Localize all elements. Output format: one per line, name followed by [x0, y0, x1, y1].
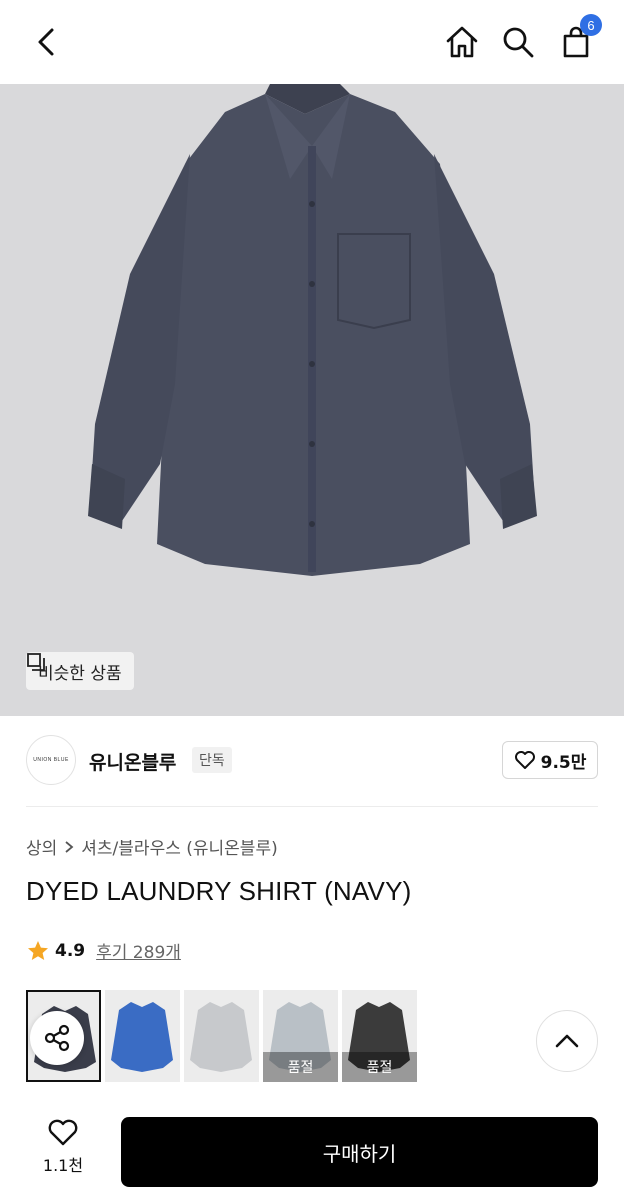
- variant-gray[interactable]: [184, 990, 259, 1082]
- similar-products-label: 비슷한 상품: [38, 663, 122, 684]
- brand-name[interactable]: 유니온블루: [89, 748, 176, 775]
- product-title: DYED LAUNDRY SHIRT (NAVY): [26, 876, 412, 906]
- search-button[interactable]: [498, 22, 538, 62]
- exclusive-badge: 단독: [192, 747, 232, 773]
- top-bar: 6: [0, 0, 624, 84]
- soldout-label: 품절: [342, 1052, 417, 1082]
- similar-items-icon: [27, 653, 45, 671]
- rating-score: 4.9: [55, 940, 86, 961]
- rating-summary: 4.9 후기 289개: [26, 938, 181, 963]
- scroll-to-top-button[interactable]: [536, 1010, 598, 1072]
- share-button[interactable]: [30, 1011, 84, 1065]
- breadcrumb: 상의 셔츠/블라우스 (유니온블루): [26, 834, 278, 859]
- brand-like-button[interactable]: 9.5만: [502, 741, 598, 779]
- breadcrumb-category[interactable]: 상의: [26, 834, 57, 859]
- bottom-action-bar: 1.1천 구매하기: [0, 1100, 624, 1200]
- back-button[interactable]: [26, 22, 66, 62]
- breadcrumb-subcategory[interactable]: 셔츠/블라우스 (유니온블루): [81, 834, 277, 859]
- wishlist-button[interactable]: 1.1천: [26, 1118, 100, 1176]
- variant-light-gray[interactable]: 품절: [263, 990, 338, 1082]
- chevron-up-icon: [555, 1034, 579, 1048]
- brand-like-count: 9.5만: [540, 752, 587, 773]
- brand-logo[interactable]: UNION BLUE: [26, 735, 76, 785]
- divider: [26, 806, 598, 807]
- buy-button[interactable]: 구매하기: [121, 1117, 598, 1187]
- variant-shirt-gray: [190, 1002, 252, 1072]
- chevron-right-icon: [65, 840, 74, 853]
- variant-shirt-blue: [111, 1002, 173, 1072]
- heart-icon: [514, 751, 535, 769]
- heart-icon: [48, 1119, 78, 1146]
- similar-products-button[interactable]: 비슷한 상품: [26, 652, 134, 690]
- soldout-label: 품절: [263, 1052, 338, 1082]
- reviews-link[interactable]: 후기 289개: [96, 938, 181, 963]
- home-button[interactable]: [442, 22, 482, 62]
- brand-row: UNION BLUE 유니온블루 단독 9.5만: [0, 716, 624, 806]
- search-icon: [503, 27, 534, 58]
- cart-count-badge: 6: [580, 14, 602, 36]
- home-icon: [446, 26, 478, 58]
- cart-button[interactable]: 6: [556, 14, 602, 62]
- wishlist-count: 1.1천: [42, 1156, 84, 1175]
- variant-blue[interactable]: [105, 990, 180, 1082]
- star-icon: [28, 940, 48, 960]
- shirt-illustration: [88, 84, 537, 576]
- chevron-left-icon: [38, 28, 54, 56]
- share-icon: [44, 1024, 70, 1052]
- color-options: 품절 품절: [26, 990, 417, 1082]
- product-image[interactable]: 비슷한 상품: [0, 84, 624, 716]
- variant-black[interactable]: 품절: [342, 990, 417, 1082]
